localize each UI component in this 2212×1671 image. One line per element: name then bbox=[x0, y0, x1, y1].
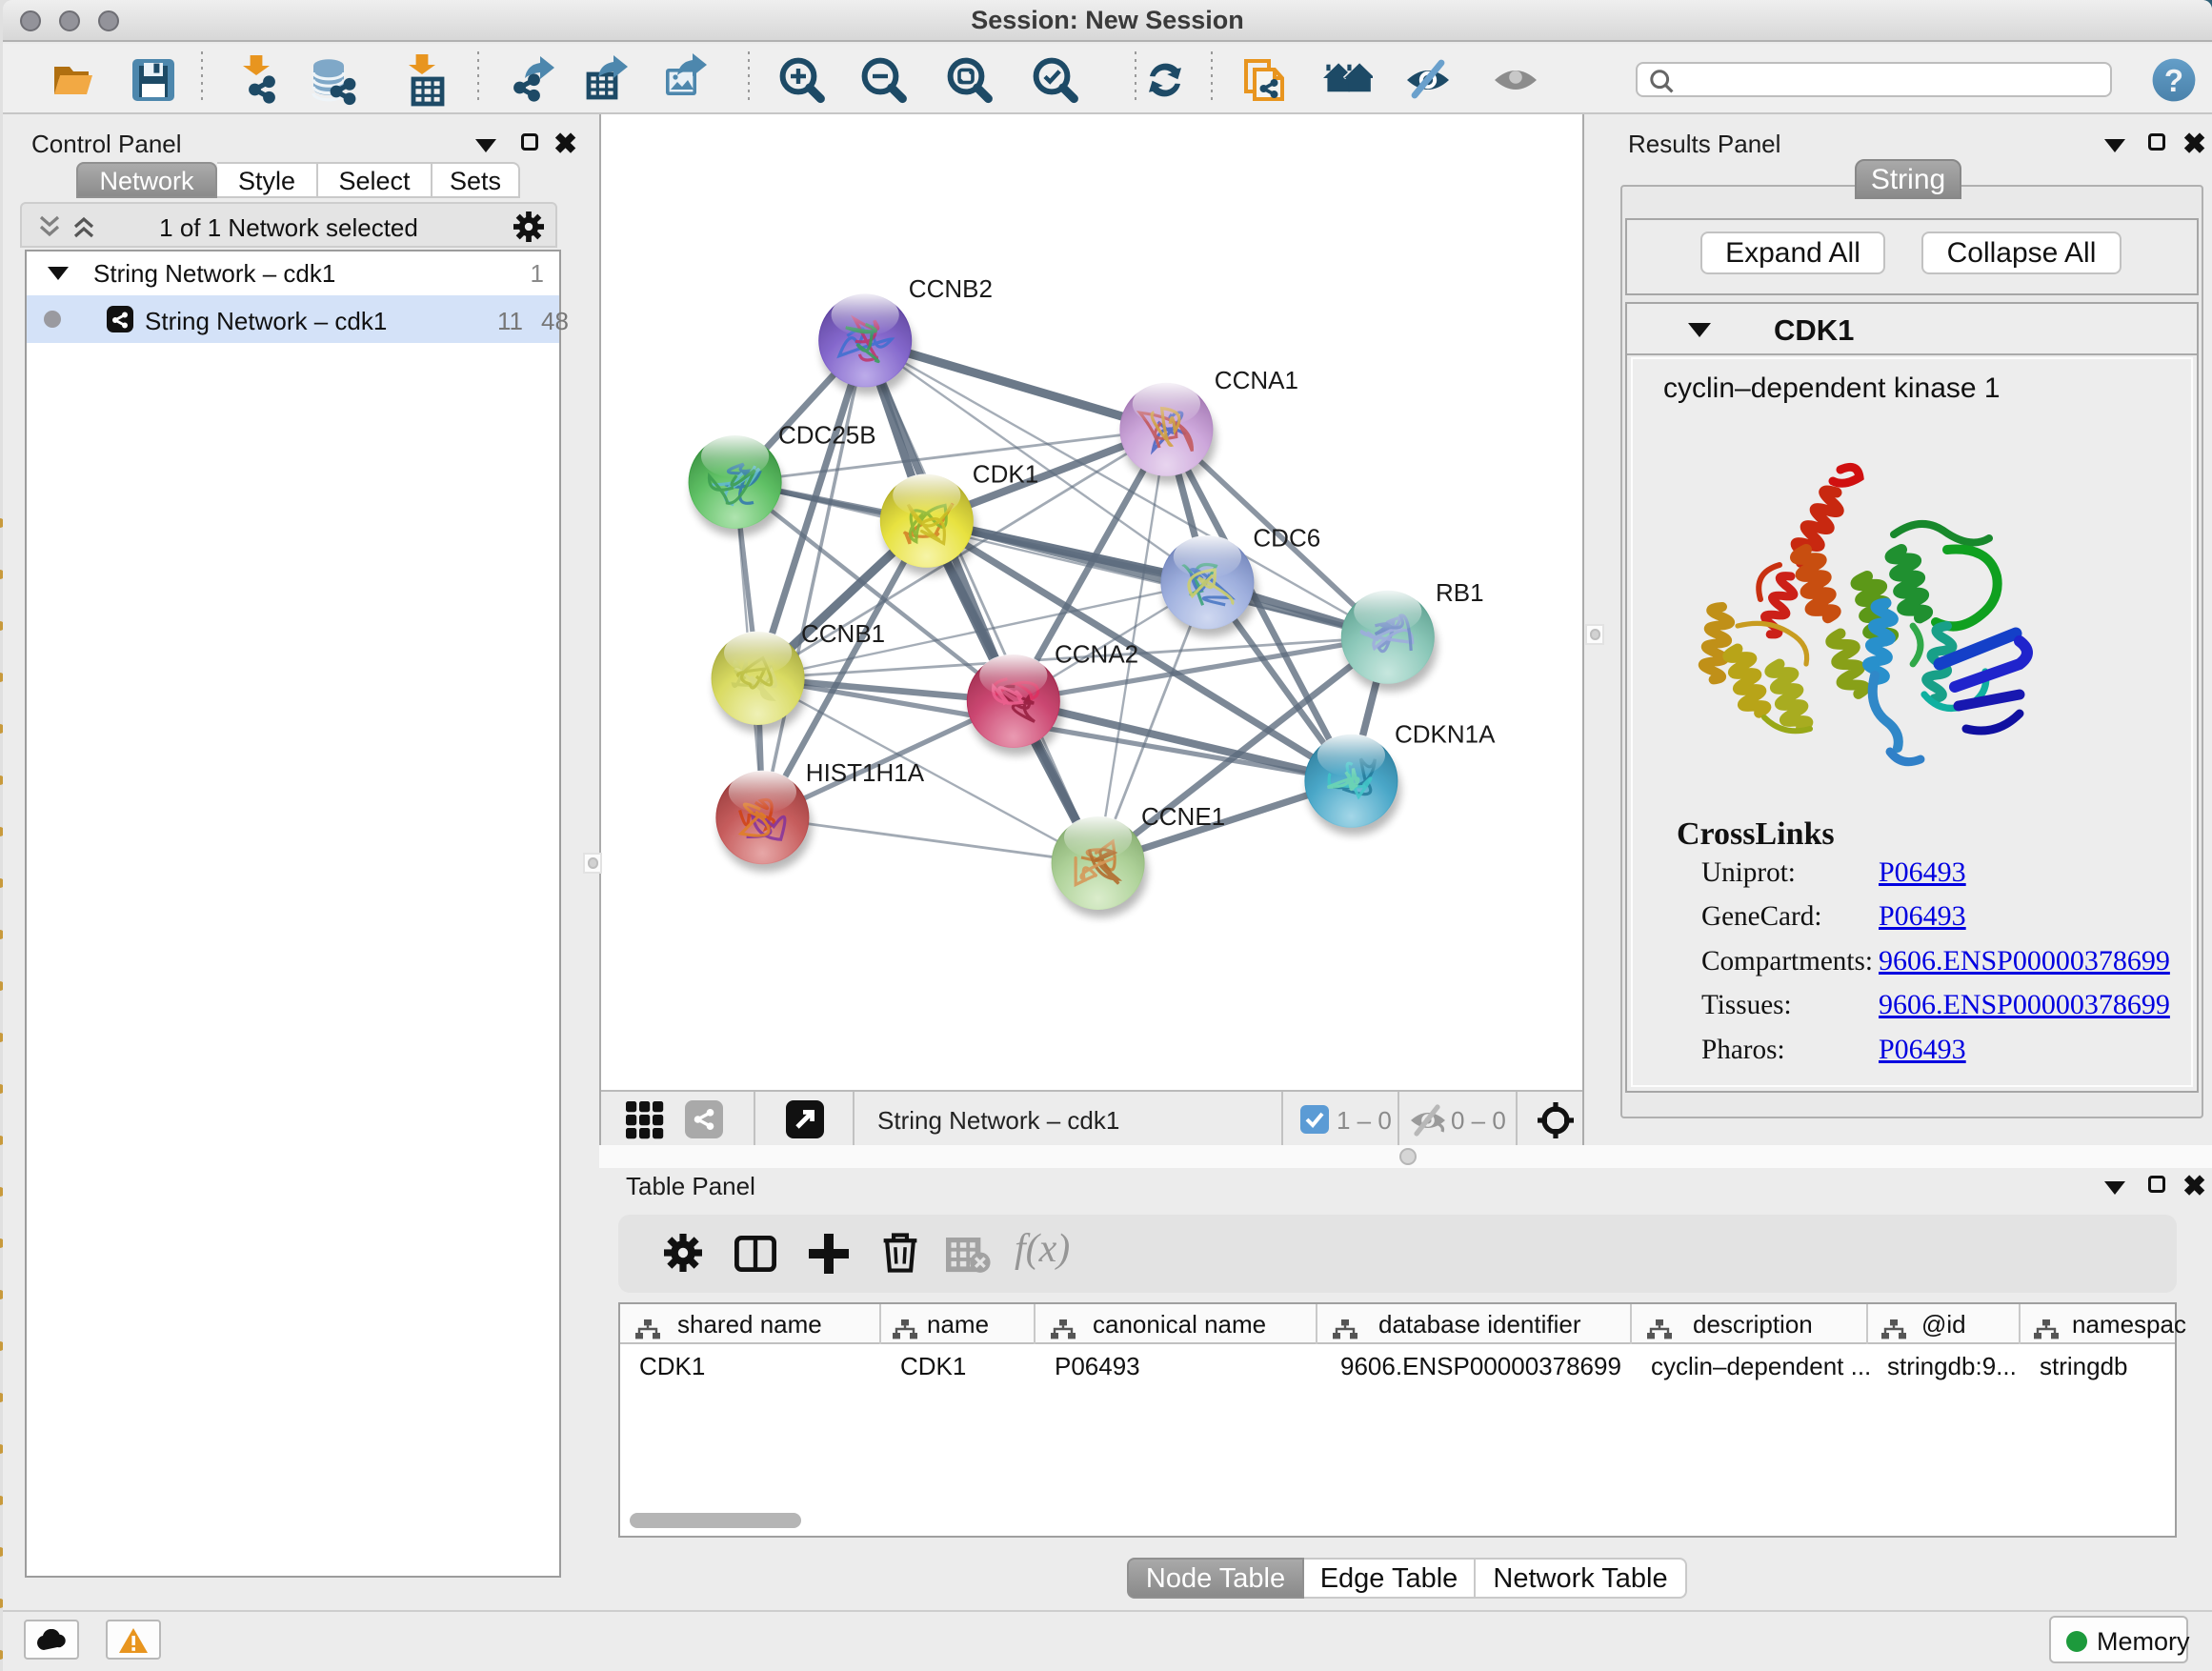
svg-text:CDC6: CDC6 bbox=[1253, 523, 1320, 552]
svg-text:CCNB1: CCNB1 bbox=[801, 619, 885, 648]
svg-text:CCNA1: CCNA1 bbox=[1215, 366, 1298, 394]
svg-text:HIST1H1A: HIST1H1A bbox=[806, 758, 925, 787]
svg-text:CCNE1: CCNE1 bbox=[1141, 802, 1225, 831]
svg-text:RB1: RB1 bbox=[1436, 578, 1484, 607]
svg-text:CCNA2: CCNA2 bbox=[1055, 640, 1138, 669]
svg-text:CDC25B: CDC25B bbox=[778, 421, 876, 450]
svg-text:CCNB2: CCNB2 bbox=[909, 274, 993, 303]
svg-text:CDK1: CDK1 bbox=[973, 459, 1038, 488]
svg-text:?: ? bbox=[2164, 63, 2183, 98]
svg-text:CDKN1A: CDKN1A bbox=[1395, 719, 1496, 748]
